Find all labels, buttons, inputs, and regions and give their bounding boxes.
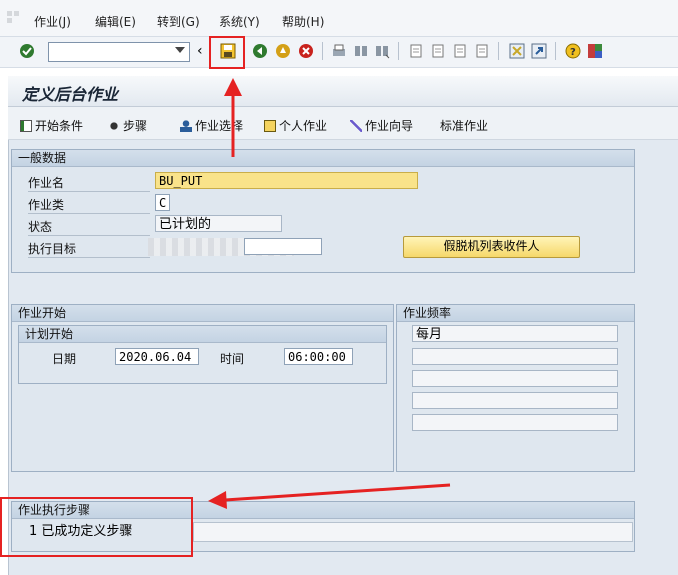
- annotation-arrows: [208, 78, 451, 509]
- annotation-arrow: [224, 483, 451, 502]
- arrowhead-icon: [224, 78, 242, 96]
- arrowhead-icon: [208, 491, 227, 509]
